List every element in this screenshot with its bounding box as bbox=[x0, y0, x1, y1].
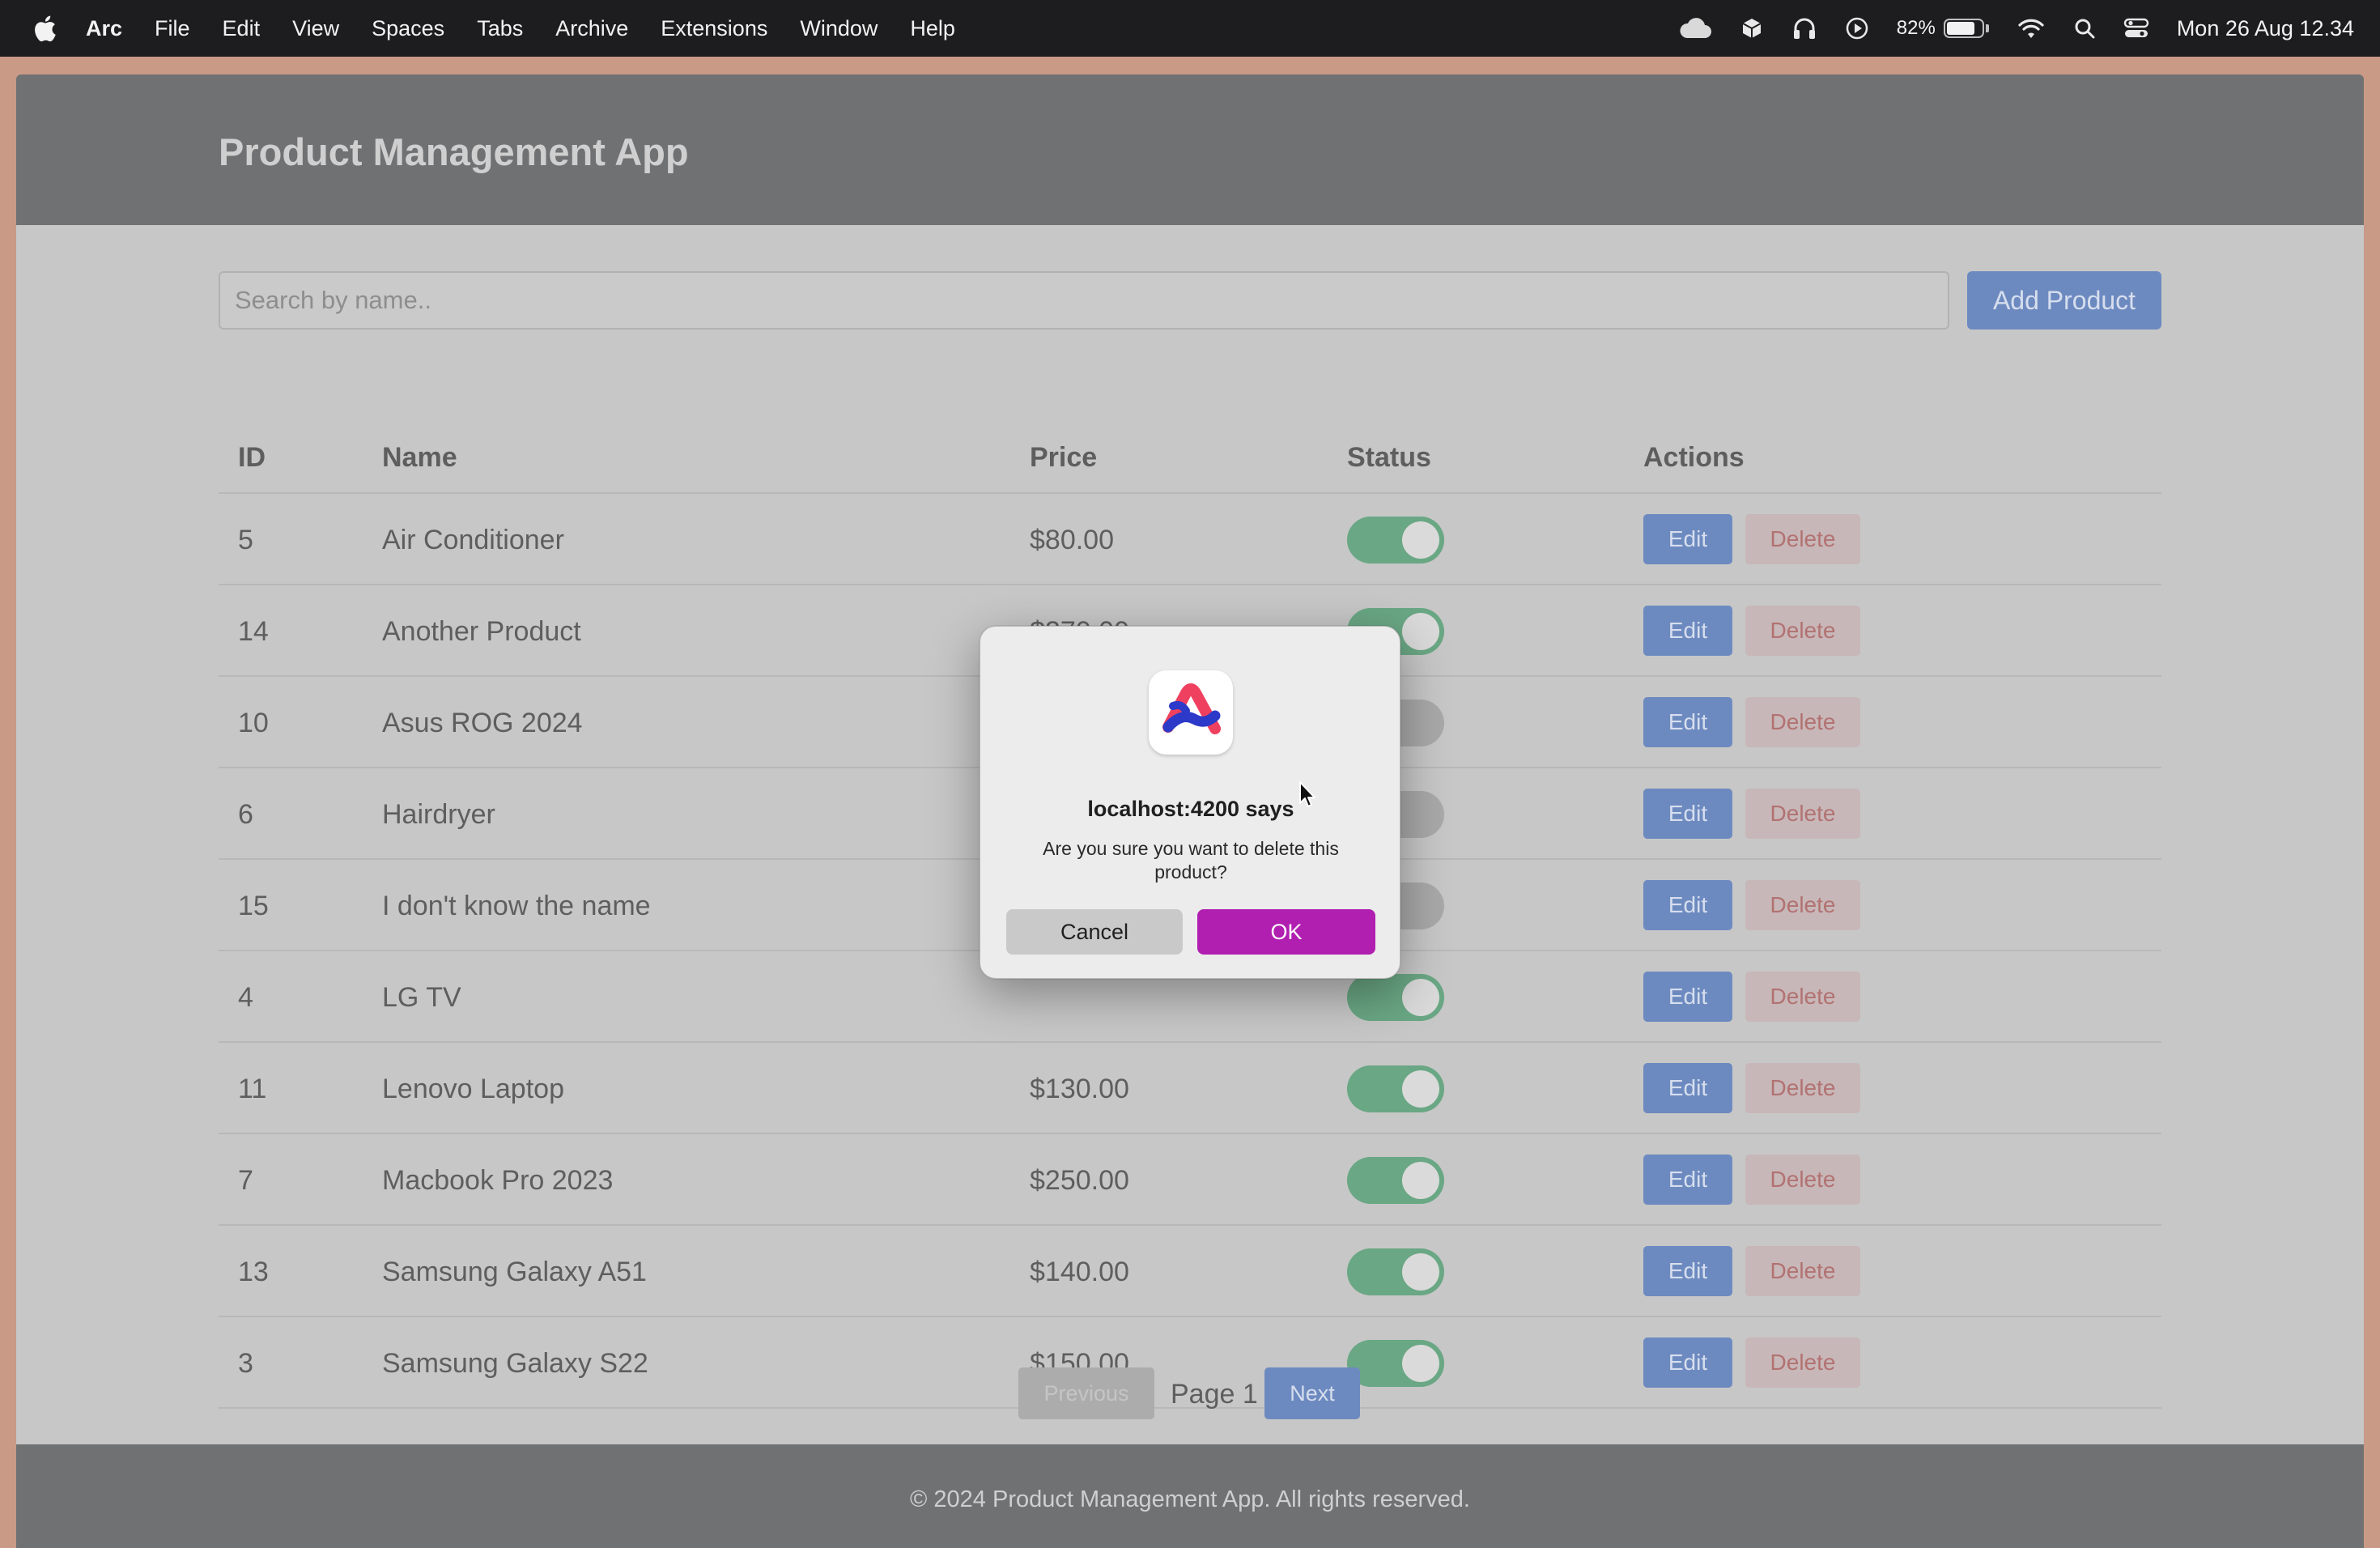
page-indicator: Page 1 bbox=[1171, 1379, 1258, 1410]
cell-price: $80.00 bbox=[1030, 525, 1114, 555]
battery-level-bar bbox=[1943, 19, 1984, 38]
control-center-icon[interactable] bbox=[2123, 17, 2149, 40]
edit-button[interactable]: Edit bbox=[1643, 1246, 1732, 1296]
cell-name: Hairdryer bbox=[382, 799, 495, 830]
cell-name: Air Conditioner bbox=[382, 525, 564, 555]
status-toggle[interactable] bbox=[1347, 517, 1444, 563]
wifi-icon[interactable] bbox=[2017, 17, 2046, 40]
table-row: 5 Air Conditioner $80.00 Edit Delete bbox=[219, 494, 2161, 585]
footer-copyright: © 2024 Product Management App. All right… bbox=[910, 1486, 1470, 1512]
delete-button[interactable]: Delete bbox=[1745, 1155, 1860, 1205]
previous-page-button[interactable]: Previous bbox=[1018, 1367, 1154, 1419]
battery-icon[interactable]: 82% bbox=[1897, 17, 1989, 40]
cell-name: Another Product bbox=[382, 616, 581, 647]
column-header-name: Name bbox=[382, 442, 457, 473]
status-toggle[interactable] bbox=[1347, 1248, 1444, 1295]
edit-button[interactable]: Edit bbox=[1643, 514, 1732, 564]
mouse-cursor-icon bbox=[1299, 781, 1315, 807]
column-header-price: Price bbox=[1030, 442, 1098, 473]
menu-window[interactable]: Window bbox=[800, 16, 878, 41]
cell-name: LG TV bbox=[382, 982, 461, 1013]
battery-percent: 82% bbox=[1896, 17, 1936, 39]
status-toggle[interactable] bbox=[1347, 1065, 1444, 1112]
page-title: Product Management App bbox=[219, 130, 689, 173]
delete-button[interactable]: Delete bbox=[1745, 1063, 1860, 1113]
table-row: 11 Lenovo Laptop $130.00 Edit Delete bbox=[219, 1043, 2161, 1134]
column-header-status: Status bbox=[1347, 442, 1431, 473]
confirm-dialog: localhost:4200 says Are you sure you wan… bbox=[980, 626, 1400, 979]
menu-spaces[interactable]: Spaces bbox=[372, 16, 444, 41]
ext-icon[interactable] bbox=[1740, 15, 1764, 41]
menu-view[interactable]: View bbox=[292, 16, 339, 41]
cell-id: 5 bbox=[238, 525, 253, 555]
menu-archive[interactable]: Archive bbox=[555, 16, 628, 41]
edit-button[interactable]: Edit bbox=[1643, 606, 1732, 656]
next-page-button[interactable]: Next bbox=[1264, 1367, 1360, 1419]
app-header: Product Management App bbox=[16, 74, 2364, 225]
cell-id: 10 bbox=[238, 708, 269, 738]
delete-button[interactable]: Delete bbox=[1745, 514, 1860, 564]
delete-button[interactable]: Delete bbox=[1745, 880, 1860, 930]
menubar-clock[interactable]: Mon 26 Aug 12.34 bbox=[2177, 16, 2354, 41]
column-header-id: ID bbox=[238, 442, 266, 473]
table-row: 7 Macbook Pro 2023 $250.00 Edit Delete bbox=[219, 1134, 2161, 1226]
menu-edit[interactable]: Edit bbox=[223, 16, 261, 41]
cell-price: $140.00 bbox=[1030, 1257, 1129, 1287]
delete-button[interactable]: Delete bbox=[1745, 697, 1860, 747]
edit-button[interactable]: Edit bbox=[1643, 697, 1732, 747]
pagination: Previous Page 1 Next bbox=[16, 1367, 2364, 1419]
cell-name: Lenovo Laptop bbox=[382, 1074, 564, 1104]
status-toggle[interactable] bbox=[1347, 974, 1444, 1021]
apple-logo-icon[interactable] bbox=[31, 12, 58, 45]
dialog-title: localhost:4200 says bbox=[1087, 797, 1294, 821]
table-row: 13 Samsung Galaxy A51 $140.00 Edit Delete bbox=[219, 1226, 2161, 1317]
add-product-button[interactable]: Add Product bbox=[1967, 271, 2161, 330]
delete-button[interactable]: Delete bbox=[1745, 606, 1860, 656]
app-footer: © 2024 Product Management App. All right… bbox=[16, 1444, 2364, 1548]
menu-tabs[interactable]: Tabs bbox=[477, 16, 523, 41]
delete-button[interactable]: Delete bbox=[1745, 789, 1860, 839]
edit-button[interactable]: Edit bbox=[1643, 789, 1732, 839]
cell-id: 13 bbox=[238, 1257, 269, 1287]
column-header-actions: Actions bbox=[1643, 442, 1745, 473]
search-icon[interactable] bbox=[2073, 17, 2096, 40]
menu-bar: Arc File Edit View Spaces Tabs Archive E… bbox=[0, 0, 2380, 57]
cell-name: Samsung Galaxy A51 bbox=[382, 1257, 647, 1287]
edit-button[interactable]: Edit bbox=[1643, 972, 1732, 1022]
menu-file[interactable]: File bbox=[155, 16, 190, 41]
dialog-message: Are you sure you want to delete this pro… bbox=[1043, 838, 1339, 882]
cell-name: I don't know the name bbox=[382, 891, 651, 921]
menu-app-arc[interactable]: Arc bbox=[86, 16, 122, 41]
edit-button[interactable]: Edit bbox=[1643, 1155, 1732, 1205]
cell-id: 14 bbox=[238, 616, 269, 647]
cell-id: 7 bbox=[238, 1165, 253, 1196]
headphones-icon[interactable] bbox=[1791, 15, 1817, 41]
table-header: ID Name Price Status Actions bbox=[219, 423, 2161, 494]
ok-button[interactable]: OK bbox=[1197, 909, 1375, 955]
cell-id: 11 bbox=[238, 1074, 267, 1104]
menu-help[interactable]: Help bbox=[910, 16, 955, 41]
edit-button[interactable]: Edit bbox=[1643, 880, 1732, 930]
search-input[interactable] bbox=[219, 271, 1949, 330]
delete-button[interactable]: Delete bbox=[1745, 1246, 1860, 1296]
cell-name: Asus ROG 2024 bbox=[382, 708, 583, 738]
cloud-icon[interactable] bbox=[1678, 17, 1712, 40]
cancel-button[interactable]: Cancel bbox=[1006, 909, 1183, 955]
cell-price: $250.00 bbox=[1030, 1165, 1129, 1196]
play-icon[interactable] bbox=[1845, 16, 1869, 40]
cell-id: 15 bbox=[238, 891, 269, 921]
cell-id: 4 bbox=[238, 982, 253, 1013]
cell-name: Macbook Pro 2023 bbox=[382, 1165, 614, 1196]
status-area: 82% Mon 26 Aug 12.34 bbox=[1651, 0, 2354, 57]
cell-id: 6 bbox=[238, 799, 253, 830]
delete-button[interactable]: Delete bbox=[1745, 972, 1860, 1022]
menu-extensions[interactable]: Extensions bbox=[661, 16, 767, 41]
edit-button[interactable]: Edit bbox=[1643, 1063, 1732, 1113]
arc-browser-icon bbox=[1149, 670, 1233, 755]
cell-price: $130.00 bbox=[1030, 1074, 1129, 1104]
status-toggle[interactable] bbox=[1347, 1157, 1444, 1204]
